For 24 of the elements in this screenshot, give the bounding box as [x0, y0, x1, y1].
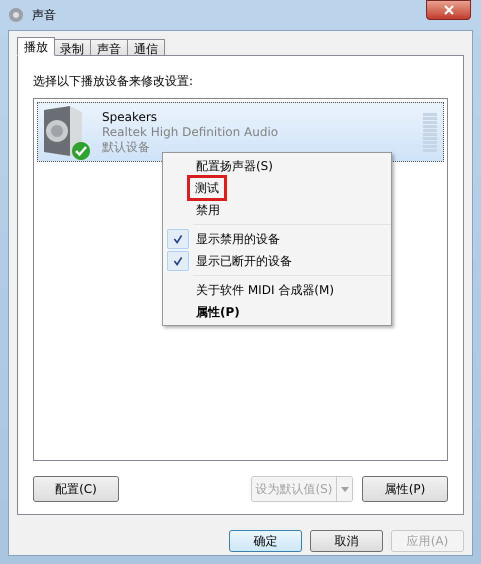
device-driver: Realtek High Definition Audio	[102, 124, 280, 140]
check-icon	[167, 251, 189, 271]
configure-button[interactable]: 配置(C)	[33, 476, 119, 502]
window-title: 声音	[32, 7, 56, 24]
device-name: Speakers	[102, 110, 158, 124]
level-meter	[423, 112, 437, 152]
close-icon	[444, 5, 454, 15]
device-status: 默认设备	[102, 140, 151, 154]
tab[interactable]: 声音	[90, 39, 128, 56]
tab[interactable]: 播放	[17, 37, 55, 56]
instruction-text: 选择以下播放设备来修改设置:	[33, 73, 194, 90]
menu-item[interactable]: 关于软件 MIDI 合成器(M)	[163, 279, 391, 301]
dialog-button[interactable]: 取消	[310, 530, 383, 552]
menu-item[interactable]: 显示禁用的设备	[163, 228, 391, 250]
caret-icon	[340, 486, 348, 492]
check-icon	[167, 229, 189, 249]
properties-button[interactable]: 属性(P)	[362, 476, 448, 502]
menu-item[interactable]: 禁用	[163, 199, 391, 221]
menu-item[interactable]: 测试	[163, 177, 391, 199]
tab[interactable]: 通信	[127, 39, 165, 56]
menu-item[interactable]: 显示已断开的设备	[163, 250, 391, 272]
menu-item[interactable]: 属性(P)	[163, 301, 391, 323]
close-button[interactable]	[426, 0, 471, 20]
dialog-button[interactable]: 确定	[229, 530, 302, 552]
